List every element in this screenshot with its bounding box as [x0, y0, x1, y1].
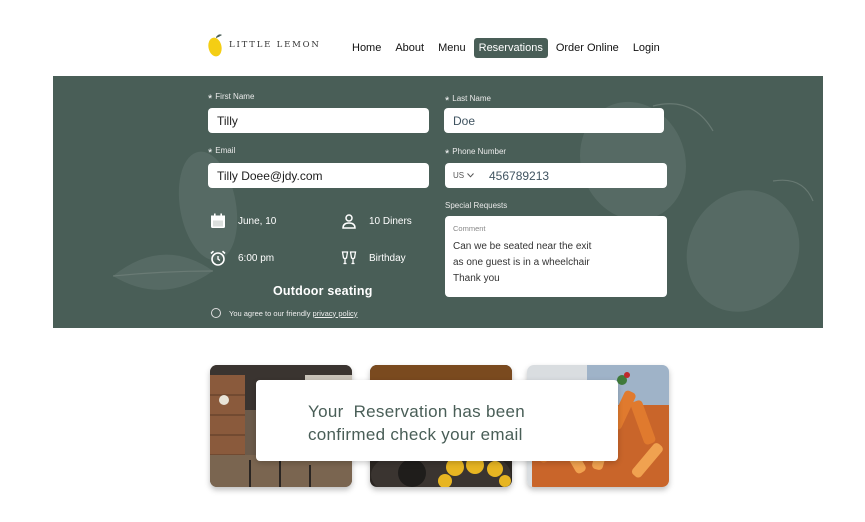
agree-radio[interactable]: [211, 308, 221, 318]
seating-option[interactable]: Outdoor seating: [273, 284, 373, 298]
lemon-logo-icon: [208, 34, 222, 57]
first-name-field[interactable]: Tilly: [208, 108, 429, 133]
date-selector[interactable]: June, 10: [210, 213, 276, 229]
occasion-value: Birthday: [369, 252, 406, 264]
nav-about[interactable]: About: [389, 38, 430, 58]
alarm-clock-icon: [210, 250, 226, 266]
comment-line: Can we be seated near the exit: [453, 241, 592, 252]
privacy-policy-link[interactable]: privacy policy: [313, 309, 358, 318]
diners-selector[interactable]: 10 Diners: [341, 213, 412, 229]
phone-number-value: 456789213: [489, 168, 550, 183]
cheers-glasses-icon: [341, 251, 357, 265]
phone-field[interactable]: US 456789213: [445, 163, 667, 188]
date-value: June, 10: [238, 215, 277, 227]
reservation-form: * First Name Tilly * Last Name Doe * Email …: [53, 76, 823, 328]
occasion-selector[interactable]: Birthday: [341, 250, 406, 266]
last-name-label: * Last Name: [445, 94, 491, 107]
main-nav: Home About Menu Reservations Order Onlin…: [346, 38, 668, 58]
chevron-down-icon: [467, 173, 474, 178]
comment-line: as one guest is in a wheelchair: [453, 257, 590, 268]
brand-name: LITTLE LEMON: [229, 40, 321, 50]
phone-label: * Phone Number: [445, 147, 507, 160]
nav-login[interactable]: Login: [627, 38, 666, 58]
confirmation-message-line-1: Your Reservation has been: [308, 402, 525, 421]
nav-menu[interactable]: Menu: [432, 38, 472, 58]
comment-placeholder: Comment: [453, 224, 486, 233]
nav-home[interactable]: Home: [346, 38, 387, 58]
calendar-icon: [211, 213, 225, 228]
email-label: * Email: [208, 146, 236, 159]
time-selector[interactable]: 6:00 pm: [210, 250, 274, 266]
confirmation-message-line-2: confirmed check your email: [308, 425, 523, 444]
confirmation-dialog: Your Reservation has been confirmed chec…: [256, 380, 618, 461]
brand-logo[interactable]: LITTLE LEMON: [207, 32, 321, 58]
diners-value: 10 Diners: [369, 215, 412, 227]
first-name-label: * First Name: [208, 92, 255, 105]
nav-reservations[interactable]: Reservations: [473, 38, 548, 58]
lemon-background-illustration: [112, 101, 814, 312]
agree-text: You agree to our friendly privacy policy: [229, 308, 358, 318]
email-field[interactable]: Tilly Doee@jdy.com: [208, 163, 429, 188]
last-name-field[interactable]: Doe: [444, 108, 664, 133]
privacy-agreement: You agree to our friendly privacy policy: [211, 308, 358, 318]
time-value: 6:00 pm: [238, 252, 275, 264]
nav-order-online[interactable]: Order Online: [550, 38, 625, 58]
special-requests-textarea[interactable]: Comment Can we be seated near the exit a…: [445, 216, 667, 297]
person-icon: [342, 214, 356, 229]
comment-line: Thank you: [453, 273, 500, 284]
special-requests-label: Special Requests: [445, 201, 508, 210]
country-code-select[interactable]: US: [445, 171, 485, 180]
